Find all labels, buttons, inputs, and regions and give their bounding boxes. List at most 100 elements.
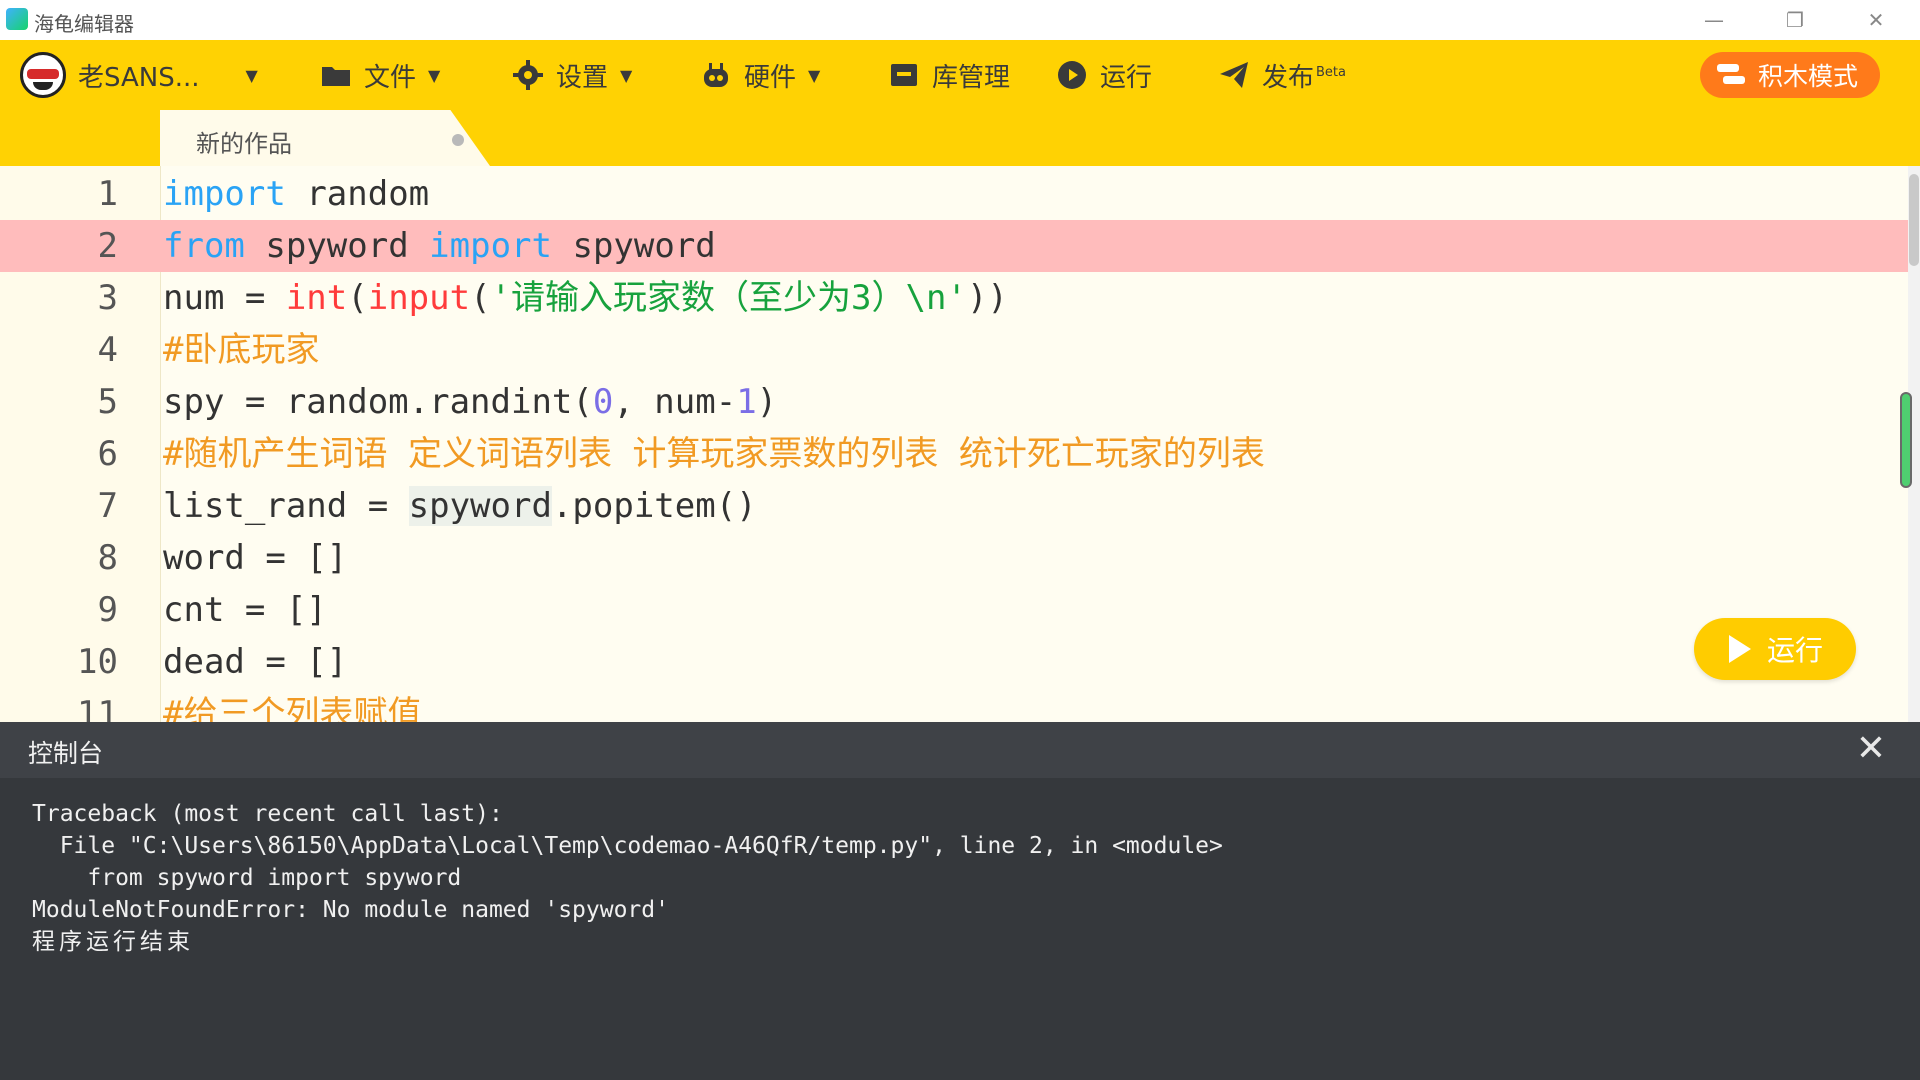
code-token: int bbox=[285, 278, 348, 318]
code-token: )) bbox=[966, 278, 1008, 318]
code-text: spy = random.randint(0, num-1) bbox=[163, 376, 777, 428]
code-line[interactable]: 1 import random bbox=[0, 168, 1920, 220]
code-text: import random bbox=[163, 168, 429, 220]
code-token: #卧底玩家 bbox=[163, 330, 320, 370]
code-token: from bbox=[163, 226, 245, 266]
code-editor[interactable]: 1 import random 2 from spyword import spywo… bbox=[0, 166, 1920, 722]
console-output: Traceback (most recent call last): File … bbox=[0, 778, 1920, 1080]
hardware-menu[interactable]: 硬件 ▼ bbox=[700, 40, 820, 110]
code-text: dead = [] bbox=[163, 636, 347, 688]
publish-button[interactable]: 发布 Beta bbox=[1218, 40, 1346, 110]
unsaved-dot-icon bbox=[452, 134, 464, 146]
line-number: 6 bbox=[97, 434, 118, 474]
console-line: Traceback (most recent call last): bbox=[32, 801, 503, 827]
code-text: list_rand = spyword.popitem() bbox=[163, 480, 757, 532]
code-text: cnt = [] bbox=[163, 584, 327, 636]
code-token: #随机产生词语 定义词语列表 计算玩家票数的列表 统计死亡玩家的列表 bbox=[163, 434, 1265, 474]
code-token: spy = random.randint( bbox=[163, 382, 593, 422]
user-name: 老SANS... bbox=[78, 62, 200, 93]
line-number: 3 bbox=[97, 278, 118, 318]
line-number: 4 bbox=[97, 330, 118, 370]
line-number: 10 bbox=[77, 642, 118, 682]
code-line[interactable]: 10 dead = [] bbox=[0, 636, 1920, 688]
code-text: #卧底玩家 bbox=[163, 324, 319, 376]
console-line: 程序运行结束 bbox=[32, 929, 194, 955]
console-line: from spyword import spyword bbox=[32, 865, 462, 891]
code-token: spyword bbox=[572, 226, 716, 266]
code-token: dead = [] bbox=[163, 642, 348, 682]
minimap-marker bbox=[1900, 392, 1912, 488]
code-token: #给三个列表赋值 bbox=[163, 694, 422, 722]
tab-new-work[interactable]: 新的作品 bbox=[160, 110, 490, 166]
code-token: ) bbox=[756, 382, 778, 422]
code-line[interactable]: 11 #给三个列表赋值 bbox=[0, 688, 1920, 722]
beta-badge: Beta bbox=[1316, 64, 1346, 80]
code-line[interactable]: 3 num = int(input('请输入玩家数（至少为3）\n')) bbox=[0, 272, 1920, 324]
code-token: 0 bbox=[592, 382, 614, 422]
file-menu[interactable]: 文件 ▼ bbox=[320, 40, 440, 110]
code-token: , num- bbox=[613, 382, 737, 422]
code-token: spyword bbox=[265, 226, 409, 266]
code-line[interactable]: 4 #卧底玩家 bbox=[0, 324, 1920, 376]
code-line[interactable]: 6 #随机产生词语 定义词语列表 计算玩家票数的列表 统计死亡玩家的列表 bbox=[0, 428, 1920, 480]
run-label: 运行 bbox=[1100, 62, 1153, 93]
line-number: 5 bbox=[97, 382, 118, 422]
chevron-down-icon: ▼ bbox=[808, 65, 821, 85]
line-number: 7 bbox=[97, 486, 118, 526]
hardware-menu-label: 硬件 bbox=[744, 62, 797, 93]
publish-label: 发布 Beta bbox=[1262, 57, 1346, 94]
code-token: cnt = [] bbox=[163, 590, 327, 630]
library-box-icon bbox=[891, 64, 917, 86]
user-menu[interactable]: 老SANS... ▼ bbox=[20, 40, 258, 110]
play-icon bbox=[1728, 635, 1751, 663]
window-title: 海龟编辑器 bbox=[34, 12, 134, 36]
minimize-button[interactable]: — bbox=[1694, 4, 1734, 36]
console-title: 控制台 bbox=[28, 739, 104, 768]
code-token: input bbox=[367, 278, 471, 318]
code-line[interactable]: 8 word = [] bbox=[0, 532, 1920, 584]
chevron-down-icon: ▼ bbox=[245, 65, 258, 85]
code-line[interactable]: 2 from spyword import spyword bbox=[0, 220, 1920, 272]
code-line[interactable]: 5 spy = random.randint(0, num-1) bbox=[0, 376, 1920, 428]
code-line[interactable]: 9 cnt = [] bbox=[0, 584, 1920, 636]
line-number: 1 bbox=[97, 174, 118, 214]
chevron-down-icon: ▼ bbox=[428, 65, 441, 85]
console-line: ModuleNotFoundError: No module named 'sp… bbox=[32, 897, 669, 923]
avatar bbox=[20, 52, 66, 98]
file-menu-label: 文件 bbox=[364, 62, 417, 93]
main-toolbar: 老SANS... ▼ 文件 ▼ 设置 ▼ 硬件 ▼ 库管理 运行 发布 Beta… bbox=[0, 40, 1920, 110]
library-button[interactable]: 库管理 bbox=[888, 40, 1010, 110]
block-mode-button[interactable]: 积木模式 bbox=[1699, 52, 1880, 98]
title-bar: 海龟编辑器 — ❐ ✕ bbox=[0, 0, 1920, 41]
code-token: spyword bbox=[408, 486, 552, 526]
paper-plane-icon bbox=[1220, 62, 1248, 88]
code-token: import bbox=[163, 174, 286, 214]
settings-menu[interactable]: 设置 ▼ bbox=[512, 40, 632, 110]
code-token: list_rand = bbox=[163, 486, 409, 526]
editor-scroll-thumb[interactable] bbox=[1909, 174, 1919, 266]
code-token: '请输入玩家数（至少为3）\n' bbox=[490, 278, 967, 318]
folder-icon bbox=[322, 67, 350, 86]
tab-bar: 新的作品 bbox=[0, 110, 1920, 166]
publish-text: 发布 bbox=[1262, 62, 1315, 93]
gear-icon bbox=[513, 60, 543, 90]
console-close-button[interactable]: ✕ bbox=[1856, 728, 1886, 769]
floating-run-button[interactable]: 运行 bbox=[1694, 618, 1856, 680]
line-number: 11 bbox=[77, 694, 118, 722]
close-window-button[interactable]: ✕ bbox=[1856, 4, 1896, 36]
code-line[interactable]: 7 list_rand = spyword.popitem() bbox=[0, 480, 1920, 532]
code-token: word = [] bbox=[163, 538, 348, 578]
line-number: 2 bbox=[97, 226, 118, 266]
chevron-down-icon: ▼ bbox=[620, 65, 633, 85]
code-text: from spyword import spyword bbox=[163, 220, 716, 272]
play-circle-icon bbox=[1058, 61, 1086, 89]
restore-button[interactable]: ❐ bbox=[1775, 4, 1815, 36]
robot-icon bbox=[704, 63, 728, 87]
code-text: #给三个列表赋值 bbox=[163, 688, 421, 722]
line-number: 9 bbox=[97, 590, 118, 630]
code-text: #随机产生词语 定义词语列表 计算玩家票数的列表 统计死亡玩家的列表 bbox=[163, 428, 1265, 480]
blocks-icon bbox=[1716, 64, 1745, 84]
tab-title: 新的作品 bbox=[196, 130, 292, 158]
code-text: word = [] bbox=[163, 532, 347, 584]
toolbar-run-button[interactable]: 运行 bbox=[1056, 40, 1152, 110]
